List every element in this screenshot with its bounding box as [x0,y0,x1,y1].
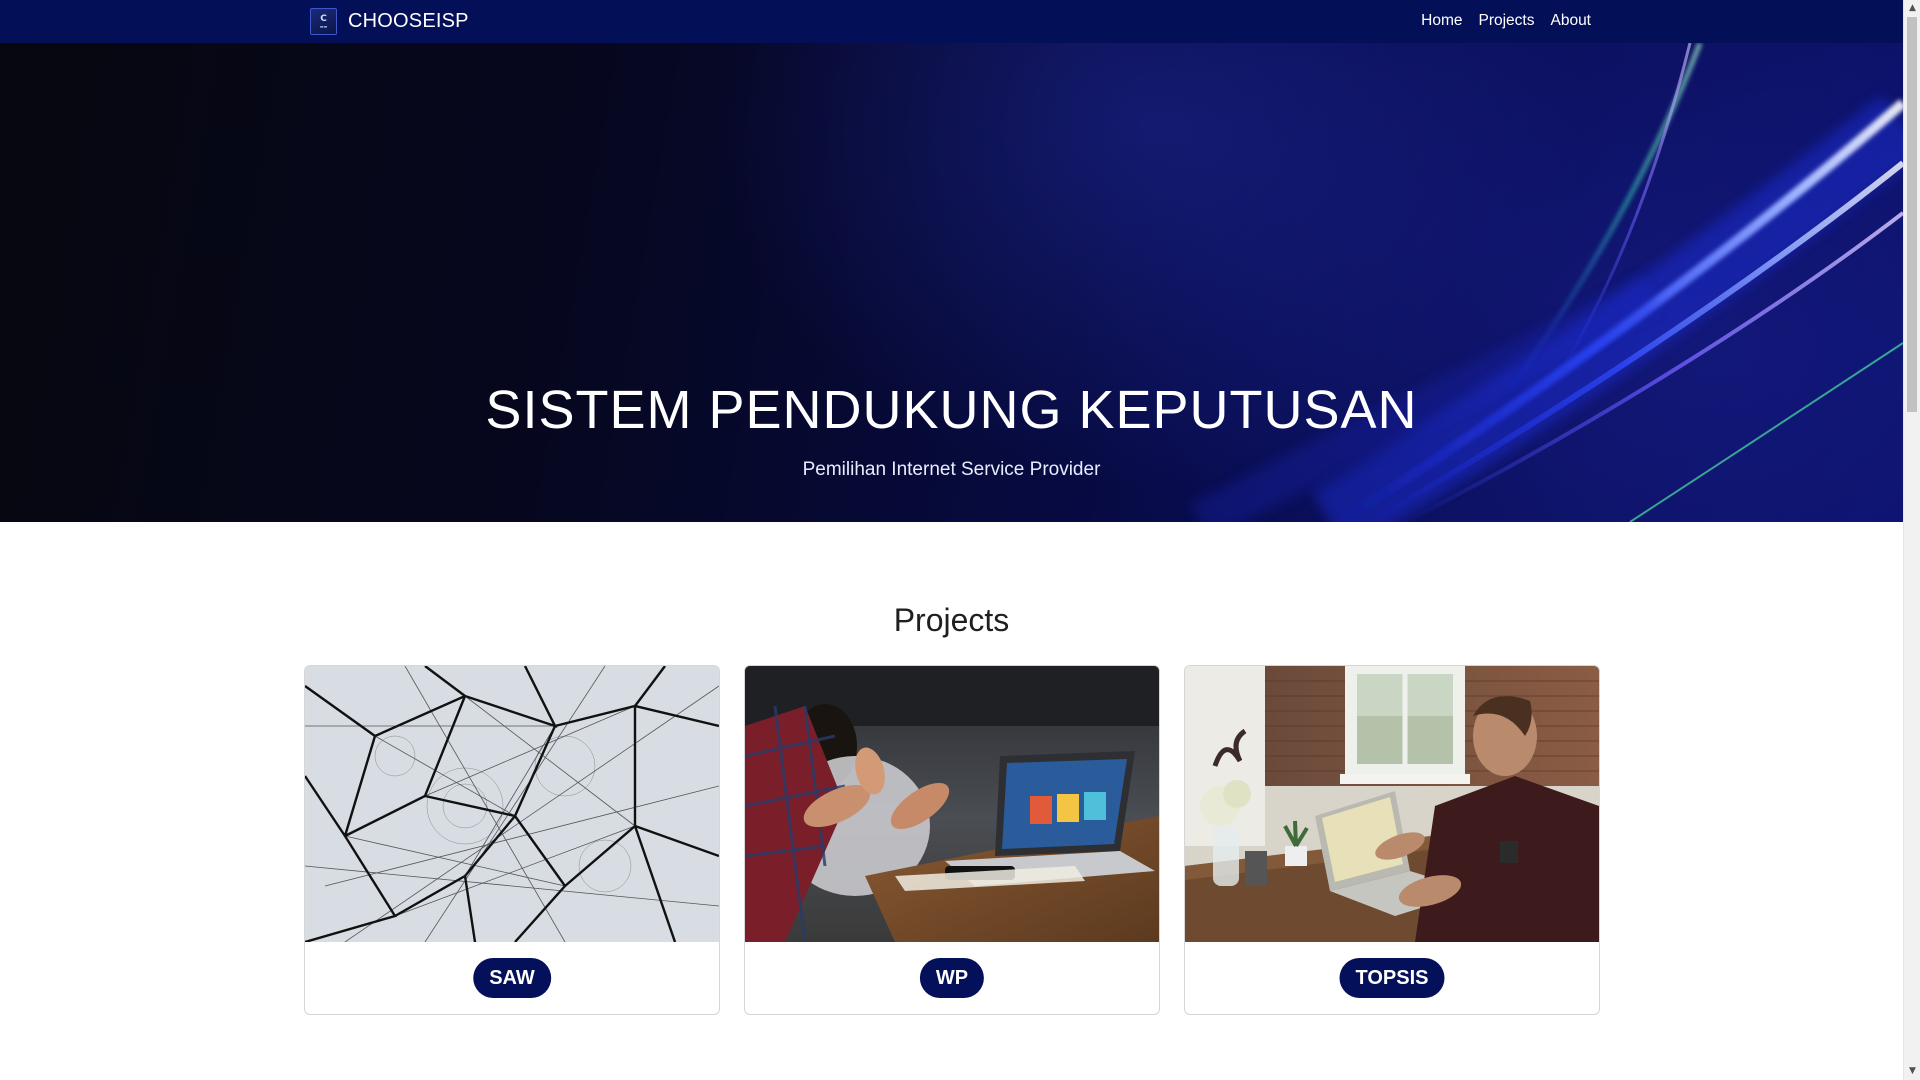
hero-banner: SISTEM PENDUKUNG KEPUTUSAN Pemilihan Int… [0,43,1903,522]
topsis-button[interactable]: TOPSIS [1339,958,1445,998]
brand-name: CHOOSEISP [348,10,469,32]
saw-button[interactable]: SAW [473,958,551,998]
man-working-laptop-desk-image [1185,666,1599,942]
scroll-down-arrow-icon[interactable]: ▼ [1904,1063,1920,1080]
hero-light-streaks [1190,43,1903,522]
nav-links: Home Projects About [1421,12,1591,30]
network-wire-sculpture-image [305,666,719,942]
brand-logo-letter: C [320,13,327,24]
scroll-up-arrow-icon[interactable]: ▲ [1904,0,1920,17]
hero-title: SISTEM PENDUKUNG KEPUTUSAN [485,380,1418,440]
scrollbar-thumb[interactable] [1907,17,1917,412]
page-viewport: C ▬▬ CHOOSEISP Home Projects About SISTE… [0,0,1903,1080]
project-card-topsis: TOPSIS [1184,665,1600,1015]
meeting-laptop-hands-image [745,666,1159,942]
nav-link-projects[interactable]: Projects [1478,12,1534,30]
nav-link-home[interactable]: Home [1421,12,1462,30]
wp-button[interactable]: WP [919,958,985,998]
hero-subtitle: Pemilihan Internet Service Provider [802,459,1101,480]
page-scrollbar[interactable]: ▲ ▼ [1903,0,1920,1080]
brand-logo-mini-text: ▬▬ [319,23,328,29]
projects-heading: Projects [893,602,1010,638]
project-card-saw: SAW [304,665,720,1015]
brand-logo-icon: C ▬▬ [310,8,337,35]
project-card-wp: WP [744,665,1160,1015]
nav-link-about[interactable]: About [1550,12,1591,30]
navbar: C ▬▬ CHOOSEISP Home Projects About [0,0,1903,43]
brand-link[interactable]: C ▬▬ CHOOSEISP [310,8,469,35]
